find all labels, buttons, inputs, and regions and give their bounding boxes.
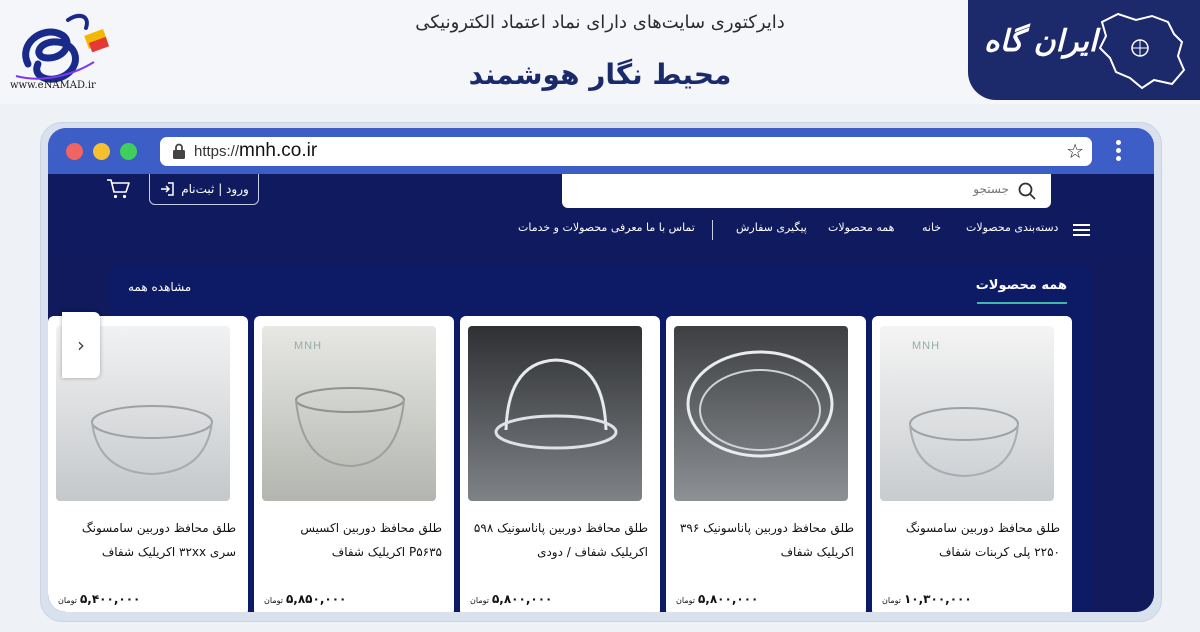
product-card[interactable]: MNH طلق محافظ دوربین اکسیس P۵۶۳۵ اکریلیک… (254, 316, 454, 612)
price-value: ۵,۸۰۰,۰۰۰ (491, 592, 553, 606)
nav-contact[interactable]: تماس با ما (646, 221, 695, 234)
maximize-window-button[interactable] (120, 143, 137, 160)
product-title[interactable]: طلق محافظ دوربین اکسیس P۵۶۳۵ اکریلیک شفا… (266, 516, 442, 564)
product-image[interactable] (468, 326, 642, 501)
website-content: ورود | ثبت‌نام دسته‌بندی محصولات خانه هم… (48, 174, 1154, 612)
address-bar[interactable]: https://mnh.co.ir ☆ (160, 137, 1092, 166)
product-card[interactable]: طلق محافظ دوربین پاناسونیک ۵۹۸ اکریلیک ش… (460, 316, 660, 612)
nav-about-products[interactable]: معرفی محصولات و خدمات (518, 221, 643, 234)
search-box (562, 174, 1051, 208)
price-value: ۵,۸۵۰,۰۰۰ (285, 592, 347, 606)
product-price: ۱۰,۳۰۰,۰۰۰تومان (882, 592, 972, 606)
nav-categories[interactable]: دسته‌بندی محصولات (966, 221, 1058, 234)
nav-order-tracking[interactable]: پیگیری سفارش (736, 221, 807, 234)
product-title[interactable]: طلق محافظ دوربین سامسونگ سری ۳۲xx اکریلی… (60, 516, 236, 564)
site-header: ورود | ثبت‌نام دسته‌بندی محصولات خانه هم… (48, 174, 1154, 260)
nav-all-products[interactable]: همه محصولات (828, 221, 894, 234)
product-price: ۵,۴۰۰,۰۰۰تومان (58, 592, 140, 606)
price-value: ۵,۸۰۰,۰۰۰ (697, 592, 759, 606)
product-card[interactable]: MNH طلق محافظ دوربین سامسونگ ۲۲۵۰ پلی کر… (872, 316, 1072, 612)
url-host: mnh.co.ir (239, 140, 318, 161)
login-register-label: ورود | ثبت‌نام (181, 182, 249, 196)
product-price: ۵,۸۰۰,۰۰۰تومان (676, 592, 758, 606)
product-card[interactable]: طلق محافظ دوربین پاناسونیک ۳۹۶ اکریلیک ش… (666, 316, 866, 612)
products-section: همه محصولات مشاهده همه MNH طلق محافظ دور… (48, 264, 1091, 612)
price-value: ۱۰,۳۰۰,۰۰۰ (903, 592, 972, 606)
minimize-window-button[interactable] (93, 143, 110, 160)
product-image[interactable] (262, 326, 436, 501)
browser-menu-icon[interactable] (1114, 140, 1122, 164)
view-all-link[interactable]: مشاهده همه (128, 280, 191, 294)
nav-home[interactable]: خانه (922, 221, 941, 234)
price-unit: تومان (470, 596, 489, 605)
price-unit: تومان (264, 596, 283, 605)
section-title-underline (977, 302, 1067, 304)
product-title[interactable]: طلق محافظ دوربین پاناسونیک ۳۹۶ اکریلیک ش… (678, 516, 854, 564)
bookmark-star-icon[interactable]: ☆ (1066, 140, 1084, 162)
hamburger-menu-icon[interactable] (1073, 224, 1090, 237)
search-icon[interactable] (1017, 181, 1037, 201)
url-prefix: https:// (194, 143, 240, 160)
browser-toolbar: https://mnh.co.ir ☆ (48, 128, 1154, 174)
price-unit: تومان (58, 596, 77, 605)
lock-icon (173, 143, 185, 159)
close-window-button[interactable] (66, 143, 83, 160)
chevron-right-icon: › (77, 333, 85, 357)
search-input[interactable] (809, 182, 1009, 196)
iran-map-icon (1098, 12, 1186, 90)
product-image[interactable] (880, 326, 1054, 501)
irangah-logo[interactable]: ایران گاه (968, 0, 1200, 100)
login-icon (161, 182, 174, 196)
browser-window: https://mnh.co.ir ☆ ورود | ثبت‌نام (48, 128, 1154, 612)
url-text: https://mnh.co.ir (194, 140, 317, 162)
irangah-logo-text: ایران گاه (984, 24, 1098, 59)
nav-divider (712, 220, 713, 240)
image-watermark: MNH (912, 340, 941, 352)
login-register-button[interactable]: ورود | ثبت‌نام (149, 174, 259, 205)
price-unit: تومان (676, 596, 695, 605)
product-title[interactable]: طلق محافظ دوربین سامسونگ ۲۲۵۰ پلی کربنات… (884, 516, 1060, 564)
product-price: ۵,۸۰۰,۰۰۰تومان (470, 592, 552, 606)
image-watermark: MNH (294, 340, 323, 352)
cart-icon[interactable] (106, 178, 130, 200)
price-value: ۵,۴۰۰,۰۰۰ (79, 592, 141, 606)
product-image[interactable] (674, 326, 848, 501)
directory-banner: www.eNAMAD.ir دایرکتوری سایت‌های دارای ن… (0, 0, 1200, 104)
product-price: ۵,۸۵۰,۰۰۰تومان (264, 592, 346, 606)
price-unit: تومان (882, 596, 901, 605)
carousel-prev-button[interactable]: › (62, 312, 100, 378)
product-title[interactable]: طلق محافظ دوربین پاناسونیک ۵۹۸ اکریلیک ش… (472, 516, 648, 564)
section-title: همه محصولات (975, 278, 1067, 293)
